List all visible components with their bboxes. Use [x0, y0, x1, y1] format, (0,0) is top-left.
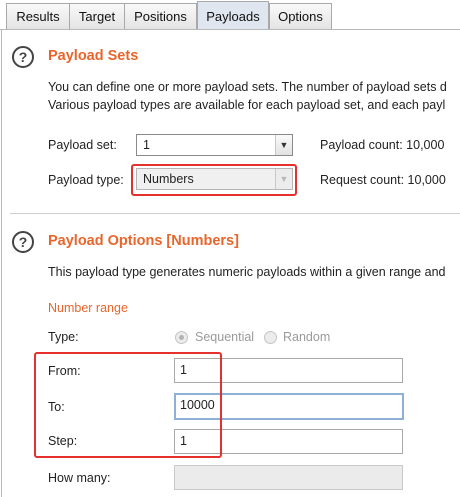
payload-options-desc: This payload type generates numeric payl… [48, 265, 446, 279]
request-count: Request count: 10,000 [320, 173, 446, 187]
payload-sets-title: Payload Sets [48, 48, 139, 64]
payload-set-select[interactable]: 1 ▼ [136, 134, 293, 156]
payload-set-label: Payload set: [48, 138, 117, 152]
highlight-range-fields [34, 352, 222, 458]
payload-sets-desc-2: Various payload types are available for … [48, 98, 446, 112]
payload-sets-desc-1: You can define one or more payload sets.… [48, 80, 447, 94]
tab-strip: Results Target Positions Payloads Option… [0, 0, 460, 30]
tab-results[interactable]: Results [6, 3, 70, 29]
payload-options-title: Payload Options [Numbers] [48, 233, 239, 249]
panel-border [1, 30, 2, 497]
payload-count: Payload count: 10,000 [320, 138, 445, 152]
random-radio[interactable] [264, 331, 277, 344]
help-icon[interactable]: ? [12, 46, 34, 68]
how-many-input[interactable] [174, 465, 403, 490]
section-divider [10, 213, 460, 214]
how-many-label: How many: [48, 471, 111, 485]
help-icon[interactable]: ? [12, 231, 34, 253]
sequential-radio[interactable] [175, 331, 188, 344]
payload-set-value: 1 [143, 138, 150, 152]
tab-target[interactable]: Target [69, 3, 125, 29]
tab-payloads[interactable]: Payloads [197, 1, 269, 30]
tab-positions[interactable]: Positions [124, 3, 197, 29]
type-label: Type: [48, 330, 79, 344]
number-range-heading: Number range [48, 301, 128, 315]
chevron-down-icon[interactable]: ▼ [275, 135, 292, 155]
payload-type-label: Payload type: [48, 173, 124, 187]
random-label[interactable]: Random [283, 330, 330, 344]
tab-options[interactable]: Options [269, 3, 332, 29]
highlight-payload-type [131, 164, 297, 196]
sequential-label[interactable]: Sequential [195, 330, 254, 344]
